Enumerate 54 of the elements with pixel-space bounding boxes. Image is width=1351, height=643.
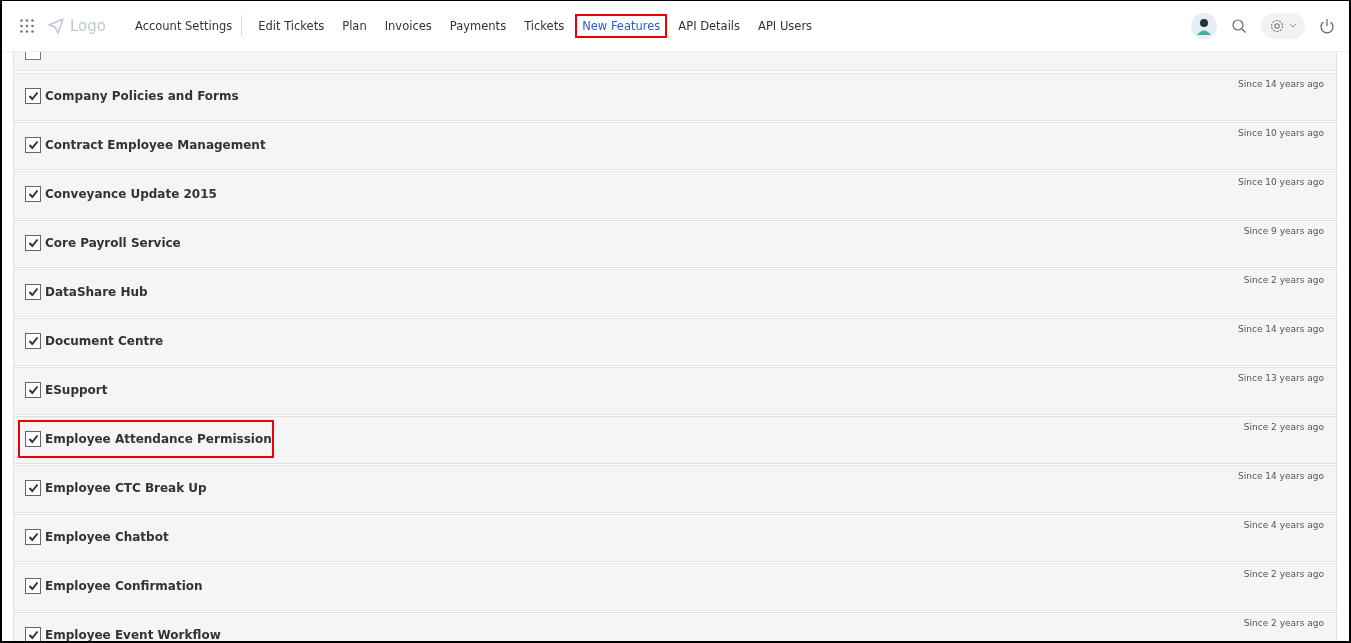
- feature-name: Company Policies and Forms: [45, 89, 239, 103]
- nav-tab[interactable]: Plan: [335, 14, 374, 38]
- nav-tab[interactable]: Payments: [442, 14, 514, 38]
- since-label: Since 10 years ago: [1238, 128, 1324, 138]
- nav-tab[interactable]: Account Settings: [128, 14, 243, 38]
- since-label: Since 4 years ago: [1243, 520, 1324, 530]
- since-label: Since 2 years ago: [1243, 618, 1324, 628]
- feature-name: Employee CTC Break Up: [45, 481, 207, 495]
- nav-tab[interactable]: API Details: [671, 14, 748, 38]
- feature-name: Document Centre: [45, 334, 164, 348]
- feature-name: Employee Confirmation: [45, 579, 203, 593]
- checkbox[interactable]: [25, 333, 41, 349]
- checkbox[interactable]: [25, 186, 41, 202]
- search-icon[interactable]: [1231, 18, 1247, 34]
- nav-tab[interactable]: New Features: [575, 14, 668, 38]
- feature-name: Core Payroll Service: [45, 236, 181, 250]
- since-label: Since 2 years ago: [1243, 275, 1324, 285]
- checkbox[interactable]: [25, 480, 41, 496]
- since-label: Since 9 years ago: [1243, 226, 1324, 236]
- nav-tab[interactable]: Invoices: [377, 14, 439, 38]
- nav-tab[interactable]: Tickets: [517, 14, 572, 38]
- checkbox[interactable]: [25, 627, 41, 641]
- nav-tab[interactable]: Edit Tickets: [251, 14, 332, 38]
- feature-name: DataShare Hub: [45, 285, 148, 299]
- feature-name: Employee Chatbot: [45, 530, 169, 544]
- checkbox[interactable]: [25, 578, 41, 594]
- since-label: Since 2 years ago: [1243, 422, 1324, 432]
- feature-name: Contract Employee Management: [45, 138, 266, 152]
- gear-icon: [1269, 18, 1285, 34]
- since-label: Since 14 years ago: [1238, 79, 1324, 89]
- feature-name: Conveyance Update 2015: [45, 187, 217, 201]
- checkbox[interactable]: [25, 284, 41, 300]
- checkbox[interactable]: [25, 529, 41, 545]
- caret-icon: [1289, 23, 1297, 29]
- avatar-icon[interactable]: [1191, 13, 1217, 39]
- nav-tab[interactable]: API Users: [751, 14, 820, 38]
- checkbox[interactable]: [25, 137, 41, 153]
- since-label: Since 14 years ago: [1238, 324, 1324, 334]
- checkbox[interactable]: [25, 235, 41, 251]
- since-label: Since 14 years ago: [1238, 471, 1324, 481]
- since-label: Since 10 years ago: [1238, 177, 1324, 187]
- feature-name: Employee Attendance Permission: [45, 432, 272, 446]
- checkbox[interactable]: [25, 431, 41, 447]
- power-icon[interactable]: [1319, 18, 1335, 34]
- checkbox[interactable]: [25, 88, 41, 104]
- apps-grid-icon[interactable]: [20, 19, 34, 33]
- paper-plane-icon: [48, 18, 64, 34]
- logo-text: Logo: [70, 17, 106, 35]
- checkbox[interactable]: [25, 382, 41, 398]
- settings-button[interactable]: [1261, 13, 1305, 39]
- feature-name: Employee Event Workflow: [45, 628, 221, 641]
- feature-name: ESupport: [45, 383, 108, 397]
- since-label: Since 13 years ago: [1238, 373, 1324, 383]
- since-label: Since 2 years ago: [1243, 569, 1324, 579]
